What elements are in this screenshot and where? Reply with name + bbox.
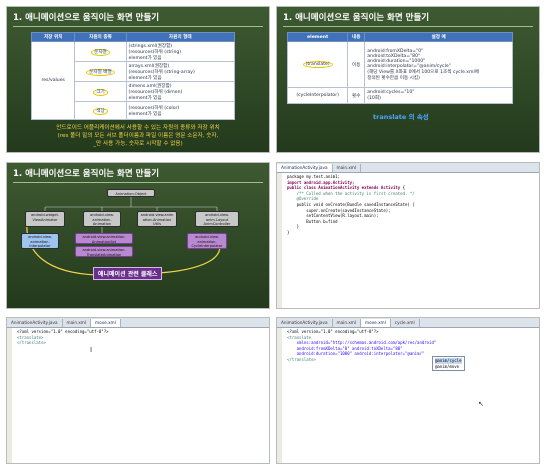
form-cell: arrays.xml(권장함) (resources)하위 (string-arr… [125, 61, 236, 82]
kind-cell: 문자열 [74, 41, 127, 62]
element-cell: (cycleInterpolator) [286, 87, 349, 104]
editor-tabs: AnimationActivity.java main.xml move.xml [7, 318, 269, 328]
location-cell: res/values [30, 41, 76, 120]
tab-main-xml[interactable]: main.xml [63, 319, 92, 327]
example-cell: android:cycles="10" (10회) [364, 87, 513, 104]
tab-animation-activity[interactable]: AnimationActivity.java [7, 319, 63, 327]
tab-animation-activity[interactable]: AnimationActivity.java [277, 164, 333, 172]
tab-cycle-xml[interactable]: cycle.xml [391, 319, 420, 327]
header-location: 저장 위치 [30, 32, 76, 42]
code-area[interactable]: <?xml version="1.0" encoding="utf-8"?> <t… [17, 329, 265, 346]
node-animation-set: android.view.animation. AnimationSet [75, 233, 133, 244]
autocomplete-popup[interactable]: @anim/cycle @anim/move [432, 356, 465, 372]
code-editor[interactable]: package my.test.anim1; import android.app… [277, 173, 539, 308]
form-cell: dimens.xml(권장함) (resources)하위 (dimen) elem… [125, 81, 236, 102]
code-editor[interactable]: <?xml version="1.0" encoding="utf-8"?> <t… [7, 328, 269, 463]
editor-tabs: AnimationActivity.java main.xml move.xml cy… [277, 318, 539, 328]
element-cell: (translate) [286, 41, 349, 88]
tab-main-xml[interactable]: main.xml [333, 164, 362, 172]
code-area[interactable]: <?xml version="1.0" encoding="utf-8"?> <t… [287, 329, 535, 363]
example-cell: android:fromXDelta="0" android:toXDelta=… [364, 41, 513, 88]
node-animation: android.view. animation. Animation [83, 211, 121, 227]
tab-main-xml[interactable]: main.xml [333, 319, 362, 327]
slide-animation-classes: 1. 애니메이션으로 움직이는 화면 만들기 Animation.Object … [6, 162, 270, 309]
form-cell: (strings.xml(권장함) (resources)하위 (string) e… [125, 41, 236, 62]
node-interpolator: android.view. animation. Interpolator [21, 233, 59, 249]
code-area[interactable]: package my.test.anim1; import android.app… [287, 174, 535, 236]
header-content: 내용 [347, 32, 366, 42]
kind-cell: 문자열 배열 [74, 61, 127, 82]
suggestion-item[interactable]: @anim/cycle [435, 358, 462, 364]
code-editor[interactable]: <?xml version="1.0" encoding="utf-8"?> <t… [277, 328, 539, 463]
slide-title: 1. 애니메이션으로 움직이는 화면 만들기 [13, 11, 263, 27]
slide-caption: translate 의 속성 [373, 113, 429, 121]
kind-cell: 크기 [74, 81, 127, 102]
text-cursor-icon: I [90, 346, 93, 354]
content-cell: 횟수 [347, 87, 366, 104]
node-cycle-interpolator: android.view. animation. CycleInterpolat… [187, 233, 227, 249]
header-example: 설정 예 [364, 32, 513, 42]
ide-move-xml-editor: AnimationActivity.java main.xml move.xml <… [6, 317, 270, 464]
slide-title: 1. 애니메이션으로 움직이는 화면 만들기 [283, 11, 533, 27]
kind-cell: 색상 [74, 101, 127, 120]
ide-move-xml-autocomplete: AnimationActivity.java main.xml move.xml cy… [276, 317, 540, 464]
node-view-animator: android.widget. ViewAnimator [25, 211, 65, 227]
editor-tabs: AnimationActivity.java main.xml [277, 163, 539, 173]
slide-resource-types: 1. 애니메이션으로 움직이는 화면 만들기 저장 위치 자원의 종류 자원의 … [6, 6, 270, 153]
header-element: element [286, 32, 349, 42]
tab-move-xml[interactable]: move.xml [361, 319, 391, 327]
header-form: 자원의 형태 [125, 32, 236, 42]
node-layout-anim-controller: android.view. anim.Layout AnimController [195, 211, 239, 227]
suggestion-item[interactable]: @anim/move [435, 364, 462, 370]
tab-move-xml[interactable]: move.xml [91, 319, 121, 327]
slide-caption: 안드로이드 어플리케이션에서 사용할 수 있는 자원의 종류와 저장 위치 (r… [56, 125, 220, 147]
node-root: Animation.Object [107, 189, 155, 197]
content-cell: 이동 [347, 41, 366, 88]
node-translate-animation: android.view.animation. TranslateAnimati… [75, 246, 133, 257]
mouse-pointer-icon: ↖ [478, 400, 484, 408]
ide-java-editor: AnimationActivity.java main.xml package m… [276, 162, 540, 309]
header-kind: 자원의 종류 [74, 32, 127, 42]
translate-table: element 내용 설정 예 (translate) 이동 android:f… [286, 32, 513, 104]
node-animation-utils: android.view.anim ation.Animation Utils [137, 211, 177, 227]
tab-animation-activity[interactable]: AnimationActivity.java [277, 319, 333, 327]
slide-caption: 애니메이션 관련 클래스 [93, 267, 163, 280]
form-cell: (resources)하위 (color) element가 있음 [125, 101, 236, 120]
resource-table: 저장 위치 자원의 종류 자원의 형태 res/values 문자열 (stri… [30, 32, 236, 120]
slide-translate-attributes: 1. 애니메이션으로 움직이는 화면 만들기 element 내용 설정 예 (… [276, 6, 540, 153]
